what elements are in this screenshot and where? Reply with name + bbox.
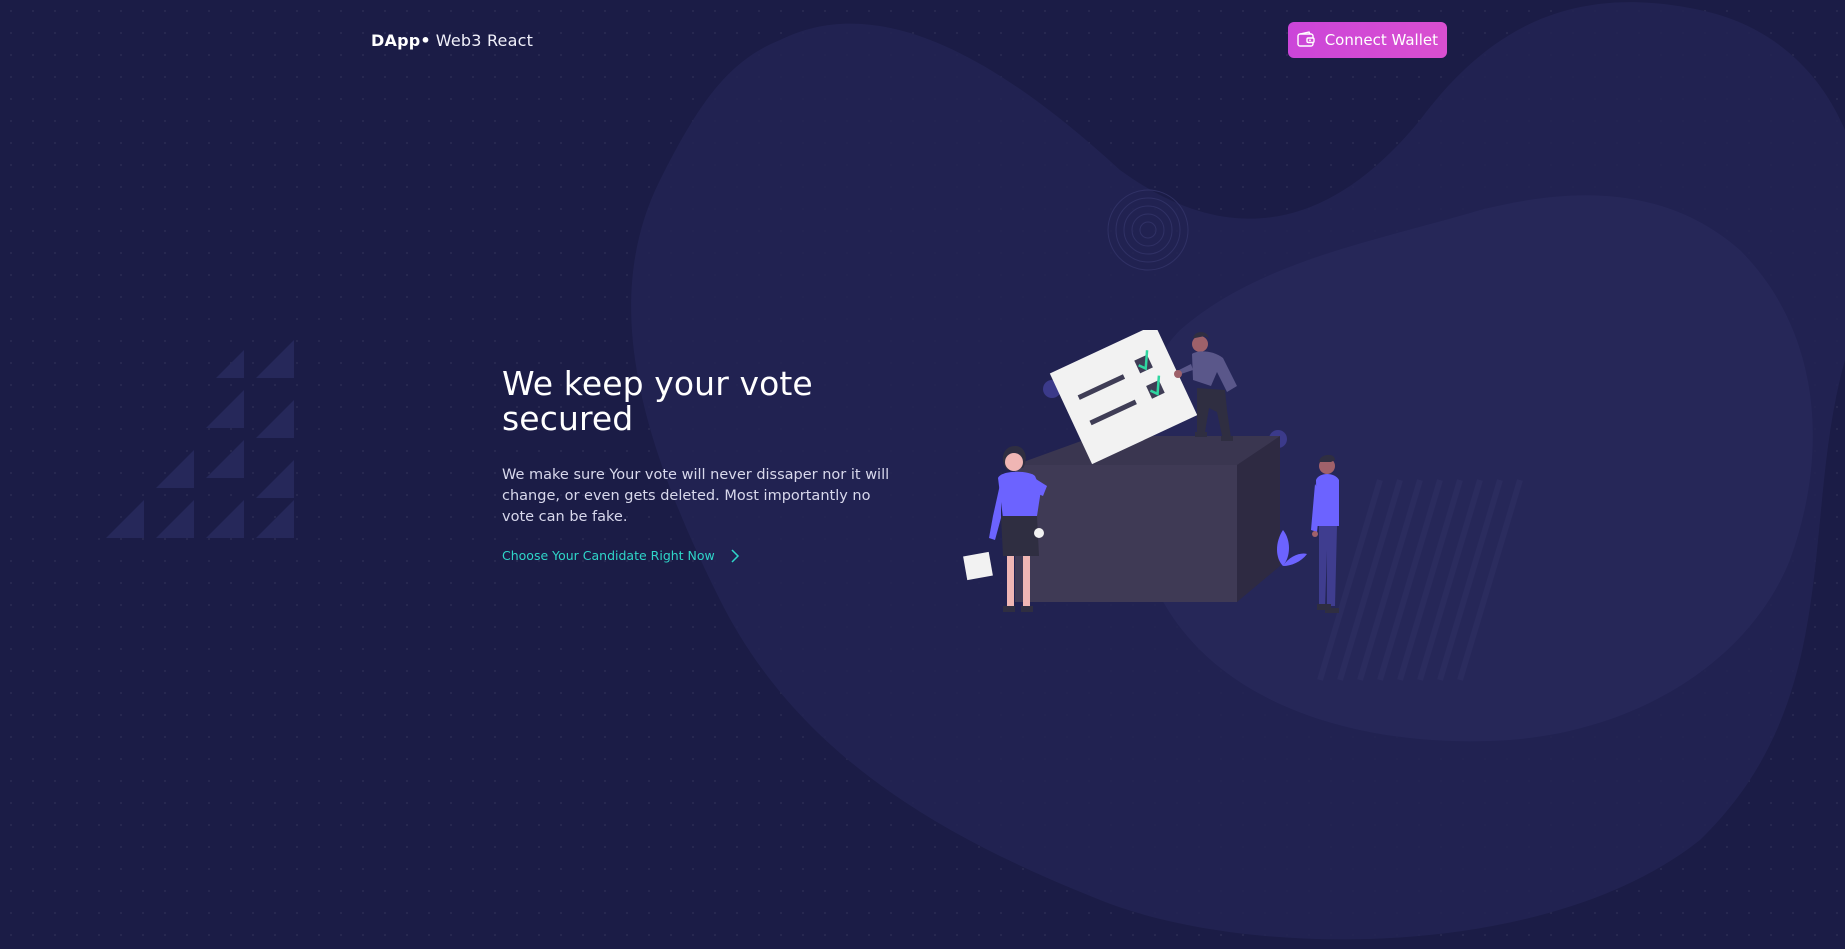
ballot-box-illustration: [963, 330, 1339, 613]
choose-candidate-link[interactable]: Choose Your Candidate Right Now: [502, 548, 741, 563]
hero-title: We keep your vote secured: [502, 364, 813, 438]
brand-logo[interactable]: DApp• Web3 React: [371, 31, 533, 50]
brand-subtitle: Web3 React: [435, 30, 534, 50]
wallet-icon: [1296, 30, 1316, 50]
page: DApp• Web3 React Connect Wallet We keep …: [0, 0, 1845, 949]
top-nav: DApp• Web3 React Connect Wallet: [371, 22, 1447, 58]
brand-name: DApp•: [371, 30, 431, 50]
hero-section: We keep your vote secured We make sure Y…: [502, 366, 902, 564]
choose-candidate-label: Choose Your Candidate Right Now: [502, 548, 715, 563]
chevron-right-icon: [729, 548, 741, 563]
background-decoration: [106, 2, 1845, 940]
hero-description: We make sure Your vote will never dissap…: [502, 467, 890, 525]
connect-wallet-label: Connect Wallet: [1324, 31, 1438, 49]
connect-wallet-button[interactable]: Connect Wallet: [1287, 22, 1447, 58]
